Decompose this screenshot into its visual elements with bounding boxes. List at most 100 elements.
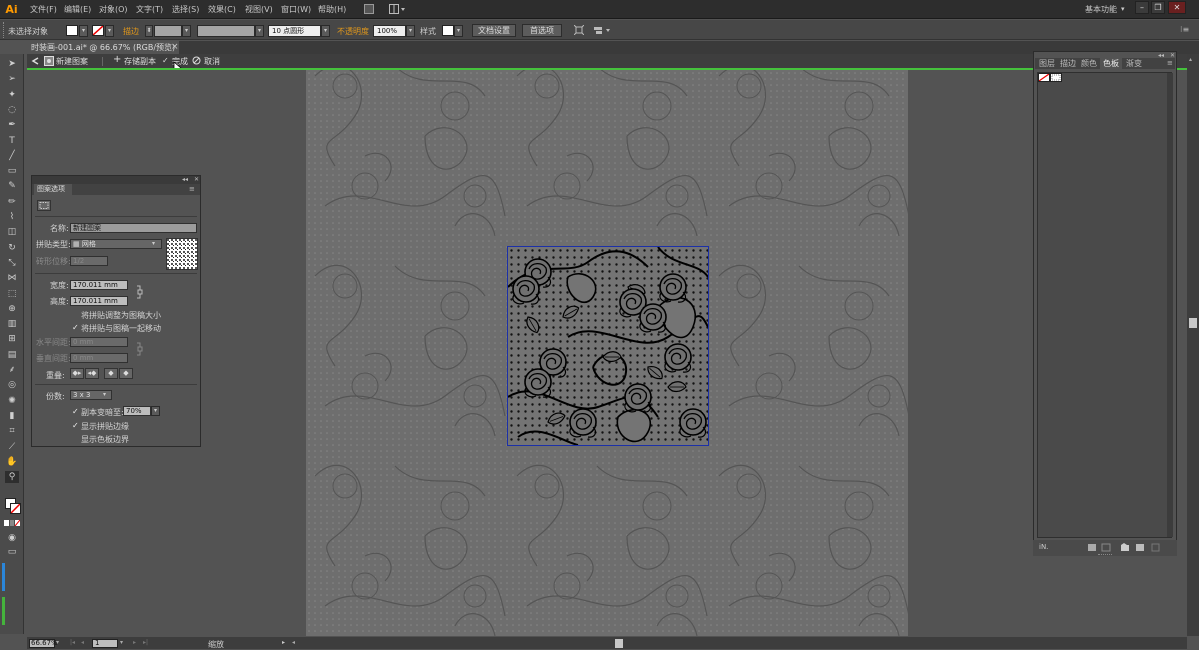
graphic-style-swatch[interactable]: [442, 25, 454, 36]
swatches-footer-buttons[interactable]: [1088, 543, 1168, 552]
document-tab[interactable]: 时装画-001.ai* @ 66.67% (RGB/预览): [27, 41, 179, 54]
stroke-weight-stepper[interactable]: ⬍: [145, 25, 153, 37]
fill-dropdown[interactable]: ▾: [79, 25, 88, 37]
menu-object[interactable]: 对象(O): [99, 4, 128, 15]
cancel-button[interactable]: 取消: [204, 56, 220, 67]
fill-swatch[interactable]: [66, 25, 78, 36]
graphic-style-dropdown[interactable]: ▾: [454, 25, 463, 37]
menu-file[interactable]: 文件(F): [30, 4, 57, 15]
opacity-dropdown[interactable]: ▾: [406, 25, 415, 37]
panel-resize-grip[interactable]: [1098, 554, 1112, 556]
menu-effect[interactable]: 效果(C): [208, 4, 236, 15]
mesh-tool-icon[interactable]: ⊞: [5, 333, 19, 345]
next-artboard-icon[interactable]: ▸: [133, 639, 136, 646]
draw-mode-icon[interactable]: ◉: [5, 532, 19, 544]
tab-swatches[interactable]: 色板: [1103, 58, 1119, 69]
tab-color[interactable]: 颜色: [1081, 58, 1097, 69]
column-graph-icon[interactable]: ▮: [5, 410, 19, 422]
minimize-button[interactable]: –: [1135, 1, 1149, 14]
stroke-weight-dropdown[interactable]: ▾: [182, 25, 191, 37]
stroke-weight-field[interactable]: [154, 25, 182, 37]
profile-dropdown[interactable]: ▾: [255, 25, 264, 37]
pencil-icon[interactable]: ✏: [5, 196, 19, 208]
menu-select[interactable]: 选择(S): [172, 4, 199, 15]
dim-copies-field[interactable]: 70%: [123, 406, 151, 416]
height-field[interactable]: 170.011 mm: [70, 296, 128, 306]
rectangle-tool-icon[interactable]: ▭: [5, 165, 19, 177]
document-setup-button[interactable]: 文档设置: [472, 24, 516, 37]
menu-help[interactable]: 帮助(H): [318, 4, 346, 15]
last-artboard-icon[interactable]: ▸|: [143, 639, 148, 646]
scroll-left-arrow[interactable]: ◂: [292, 639, 295, 646]
opacity-field[interactable]: 100%: [373, 25, 406, 37]
collapse-panel-icon[interactable]: ◂◂: [182, 176, 188, 183]
align-options-icon[interactable]: [594, 25, 614, 35]
artboard-number-field[interactable]: 1: [92, 639, 118, 648]
width-field[interactable]: 170.011 mm: [70, 280, 128, 290]
panel-menu-icon[interactable]: ≡: [189, 185, 195, 193]
menu-view[interactable]: 视图(V): [245, 4, 273, 15]
size-to-art-checkbox[interactable]: [72, 311, 79, 318]
magic-wand-icon[interactable]: ✦: [5, 89, 19, 101]
close-window-button[interactable]: ✕: [1168, 1, 1186, 14]
workspace-switcher[interactable]: 基本功能: [1085, 4, 1117, 15]
vertical-scroll-thumb[interactable]: [1189, 318, 1197, 328]
screen-mode-icon[interactable]: ▭: [5, 546, 19, 558]
workspace-dropdown-icon[interactable]: ▾: [1121, 5, 1125, 13]
opacity-label[interactable]: 不透明度: [337, 26, 369, 37]
copies-dropdown-icon[interactable]: ▾: [103, 391, 106, 398]
width-tool-icon[interactable]: ⋈: [5, 272, 19, 284]
overlap-left-button[interactable]: ◆▸: [70, 368, 84, 379]
preferences-button[interactable]: 首选项: [522, 24, 562, 37]
move-with-art-checkbox[interactable]: ✓: [72, 324, 79, 332]
close-tab-icon[interactable]: ×: [171, 42, 179, 52]
swatch-none[interactable]: [1038, 73, 1050, 82]
overlap-bottom-button[interactable]: ◆: [119, 368, 133, 379]
isolate-icon[interactable]: [574, 25, 584, 35]
artboard-tool-icon[interactable]: ⌗: [5, 425, 19, 437]
save-copy-button[interactable]: 存储副本: [124, 56, 156, 67]
menu-window[interactable]: 窗口(W): [281, 4, 311, 15]
pattern-options-tab[interactable]: 图案选项: [34, 184, 72, 195]
swatches-panel-menu-icon[interactable]: ≡: [1167, 59, 1173, 67]
stroke-dropdown[interactable]: ▾: [105, 25, 114, 37]
menu-edit[interactable]: 编辑(E): [64, 4, 91, 15]
overlap-top-button[interactable]: ◆: [104, 368, 118, 379]
pattern-tile[interactable]: [507, 246, 709, 446]
shape-builder-icon[interactable]: ⊕: [5, 303, 19, 315]
lasso-icon[interactable]: ◌: [5, 104, 19, 116]
horizontal-scrollbar[interactable]: [27, 637, 1187, 649]
control-panel-menu-icon[interactable]: ⁝≡: [1180, 25, 1189, 34]
scroll-up-arrow[interactable]: ▴: [1189, 56, 1192, 63]
type-tool-icon[interactable]: T: [5, 135, 19, 147]
blend-tool-icon[interactable]: ◎: [5, 379, 19, 391]
tile-type-select[interactable]: ▦ 网格: [70, 239, 162, 249]
pen-tool-icon[interactable]: ✒: [5, 119, 19, 131]
blob-brush-icon[interactable]: ⌇: [5, 211, 19, 223]
rotate-tool-icon[interactable]: ↻: [5, 242, 19, 254]
tile-type-dropdown-icon[interactable]: ▾: [152, 240, 155, 247]
selection-tool-icon[interactable]: ➤: [5, 58, 19, 70]
dim-copies-dropdown[interactable]: ▾: [151, 406, 160, 416]
panel-header[interactable]: [32, 176, 200, 184]
back-arrow-icon[interactable]: [30, 56, 40, 66]
show-tile-edge-checkbox[interactable]: ✓: [72, 422, 79, 430]
bridge-icon[interactable]: [364, 4, 374, 14]
symbol-sprayer-icon[interactable]: ✺: [5, 395, 19, 407]
color-mode-buttons[interactable]: [4, 520, 20, 526]
line-tool-icon[interactable]: ╱: [5, 150, 19, 162]
brush-dropdown[interactable]: ▾: [321, 25, 330, 37]
status-menu-icon[interactable]: ▸: [282, 639, 285, 646]
zoom-tool-icon[interactable]: ⚲: [5, 471, 19, 484]
tab-layers[interactable]: 图层: [1039, 58, 1055, 69]
pattern-tile-tool-icon[interactable]: [37, 200, 51, 211]
restore-button[interactable]: ❐: [1151, 1, 1165, 14]
scale-tool-icon[interactable]: ⤡: [5, 257, 19, 269]
gradient-tool-icon[interactable]: ▤: [5, 349, 19, 361]
pattern-name-field[interactable]: 新建图案: [70, 223, 197, 233]
vertical-scrollbar[interactable]: [1187, 54, 1199, 636]
eyedropper-icon[interactable]: ⸙: [5, 364, 19, 376]
swatch-library-menu[interactable]: iN.: [1039, 543, 1048, 551]
direct-selection-tool-icon[interactable]: ➢: [5, 73, 19, 85]
overlap-right-button[interactable]: ◂◆: [85, 368, 99, 379]
